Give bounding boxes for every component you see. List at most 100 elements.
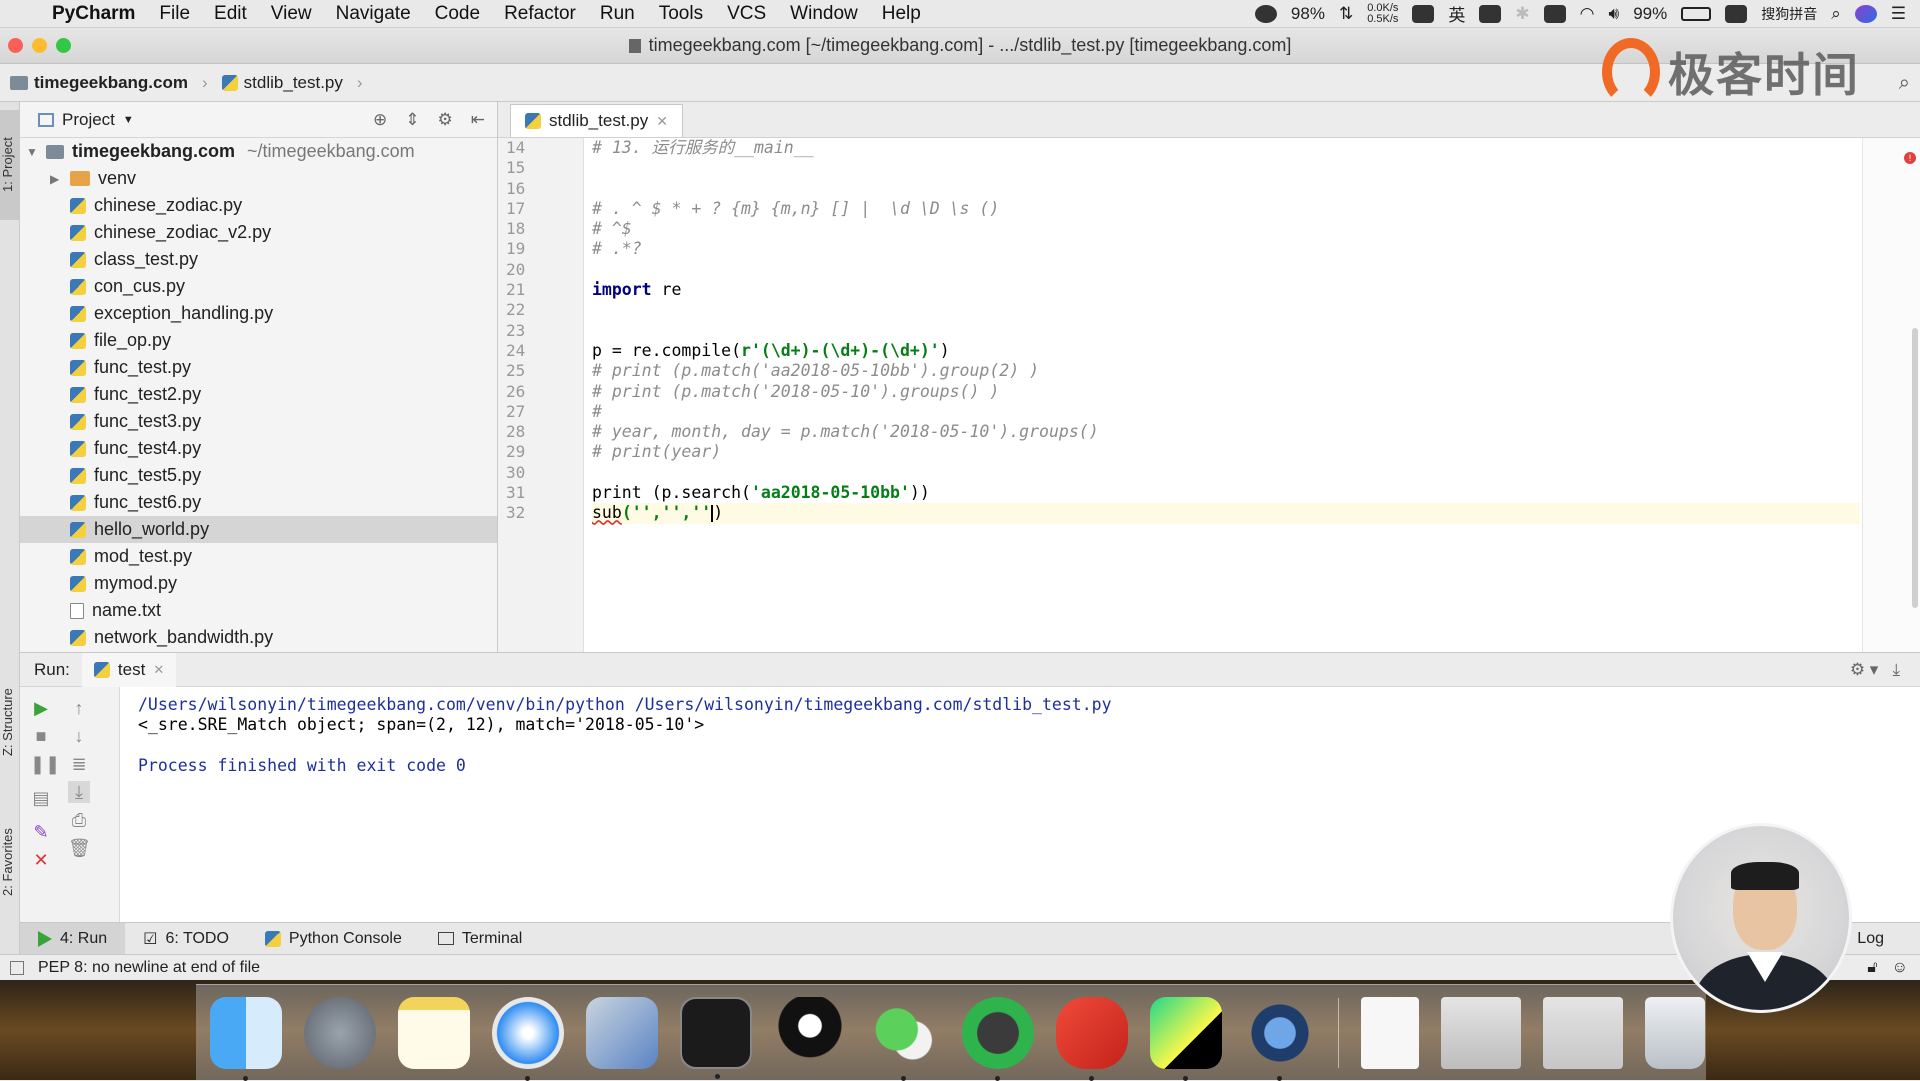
tree-file[interactable]: con_cus.py bbox=[20, 273, 497, 300]
code-area[interactable]: # 13. 运行服务的__main__ # . ^ $ * + ? {m} {m… bbox=[592, 138, 1860, 524]
wechat-icon[interactable] bbox=[868, 996, 940, 1081]
spotlight-icon[interactable]: ⌕ bbox=[1831, 4, 1841, 24]
rerun-icon[interactable]: ▶ bbox=[30, 697, 52, 719]
scroll-to-end-icon[interactable]: ⤓ bbox=[68, 781, 90, 803]
pycharm-icon[interactable] bbox=[1150, 996, 1222, 1081]
close-tab-icon[interactable]: ✕ bbox=[153, 662, 164, 678]
ime-name[interactable]: 搜狗拼音 bbox=[1761, 4, 1817, 24]
quicktime-icon[interactable] bbox=[1244, 996, 1316, 1081]
tool-tab-project[interactable]: 1: Project bbox=[0, 110, 20, 220]
wifi-icon[interactable]: ◠ bbox=[1580, 4, 1595, 24]
tool-tab-favorites[interactable]: 2: Favorites bbox=[0, 802, 20, 922]
tool-button-run[interactable]: 4: Run bbox=[20, 922, 126, 955]
tree-file[interactable]: func_test4.py bbox=[20, 435, 497, 462]
menu-vcs[interactable]: VCS bbox=[715, 3, 778, 25]
tree-file[interactable]: exception_handling.py bbox=[20, 300, 497, 327]
event-log-button[interactable]: Log bbox=[1857, 930, 1920, 948]
tree-file[interactable]: chinese_zodiac.py bbox=[20, 192, 497, 219]
editor-tab-stdlib-test[interactable]: stdlib_test.py ✕ bbox=[510, 104, 683, 137]
breadcrumb-file[interactable]: stdlib_test.py bbox=[244, 73, 343, 93]
soft-wrap-icon[interactable]: ≣ bbox=[68, 753, 90, 775]
inspector-icon[interactable]: ☺ bbox=[1892, 959, 1920, 977]
pause-icon[interactable]: ❚❚ bbox=[30, 753, 60, 775]
teamviewer-icon[interactable] bbox=[1479, 4, 1502, 23]
tree-file[interactable]: func_test5.py bbox=[20, 462, 497, 489]
error-indicator-icon[interactable]: ! bbox=[1904, 152, 1916, 164]
menu-view[interactable]: View bbox=[259, 3, 324, 25]
wps-icon[interactable] bbox=[1056, 996, 1128, 1081]
tree-file[interactable]: chinese_zodiac_v2.py bbox=[20, 219, 497, 246]
tool-button-terminal[interactable]: Terminal bbox=[420, 923, 540, 955]
pin-icon[interactable]: ✎ bbox=[30, 821, 52, 843]
tree-folder-venv[interactable]: ▶ venv bbox=[20, 165, 497, 192]
locate-file-icon[interactable]: ⊕ bbox=[373, 110, 387, 130]
keyboard-icon[interactable] bbox=[1543, 4, 1566, 23]
battery-icon[interactable] bbox=[1681, 6, 1712, 21]
scroll-up-icon[interactable]: ↑ bbox=[68, 697, 90, 719]
notification-center-icon[interactable]: ☰ bbox=[1891, 4, 1906, 24]
launchpad-icon[interactable] bbox=[304, 996, 376, 1069]
menu-code[interactable]: Code bbox=[423, 3, 492, 25]
clear-all-icon[interactable]: 🗑︎ bbox=[68, 837, 91, 859]
print-icon[interactable]: ⎙ bbox=[68, 809, 90, 831]
menu-tools[interactable]: Tools bbox=[647, 3, 715, 25]
safari-icon[interactable] bbox=[492, 996, 564, 1081]
gear-icon[interactable]: ⚙ ▾ ⤓ bbox=[1850, 660, 1920, 680]
console-output[interactable]: /Users/wilsonyin/timegeekbang.com/venv/b… bbox=[138, 695, 1112, 776]
menu-app-name[interactable]: PyCharm bbox=[40, 3, 147, 25]
tree-file[interactable]: func_test3.py bbox=[20, 408, 497, 435]
evernote-icon[interactable] bbox=[962, 996, 1034, 1081]
sogou-icon[interactable] bbox=[1725, 4, 1748, 23]
project-view-selector[interactable]: Project bbox=[62, 110, 115, 130]
notes-icon[interactable] bbox=[398, 996, 470, 1069]
tool-button-python-console[interactable]: Python Console bbox=[247, 923, 420, 955]
tool-tab-structure[interactable]: Z: Structure bbox=[0, 662, 20, 782]
search-everywhere-icon[interactable]: ⌕ bbox=[1899, 72, 1910, 95]
tree-file[interactable]: func_test2.py bbox=[20, 381, 497, 408]
tree-file[interactable]: name.txt bbox=[20, 597, 497, 624]
tree-file[interactable]: mymod.py bbox=[20, 570, 497, 597]
menu-help[interactable]: Help bbox=[870, 3, 933, 25]
menu-edit[interactable]: Edit bbox=[202, 3, 259, 25]
qq-icon[interactable] bbox=[774, 996, 846, 1069]
volume-icon[interactable]: 🔊︎ bbox=[1608, 4, 1619, 24]
tree-file[interactable]: func_test6.py bbox=[20, 489, 497, 516]
screenshot-1-icon[interactable] bbox=[1441, 996, 1521, 1069]
tree-file[interactable]: file_op.py bbox=[20, 327, 497, 354]
tool-button-todo[interactable]: ☑ 6: TODO bbox=[125, 923, 247, 955]
menu-window[interactable]: Window bbox=[778, 3, 870, 25]
tree-file[interactable]: network_bandwidth.py bbox=[20, 624, 497, 651]
tree-file[interactable]: mod_test.py bbox=[20, 543, 497, 570]
screenshot-2-icon[interactable] bbox=[1543, 996, 1623, 1069]
tree-file[interactable]: func_test.py bbox=[20, 354, 497, 381]
close-tab-icon[interactable]: ✕ bbox=[656, 113, 668, 130]
close-run-icon[interactable]: ✕ bbox=[30, 849, 52, 871]
editor-scrollbar[interactable]: ! bbox=[1862, 138, 1920, 652]
chevron-down-icon[interactable]: ▼ bbox=[26, 145, 42, 159]
lock-icon[interactable]: 🔓︎ bbox=[1867, 959, 1877, 977]
cpu-monitor-icon[interactable] bbox=[1254, 4, 1277, 23]
breadcrumb-project[interactable]: timegeekbang.com bbox=[34, 73, 188, 93]
tree-file[interactable]: hello_world.py bbox=[20, 516, 497, 543]
scroll-down-icon[interactable]: ↓ bbox=[68, 725, 90, 747]
terminal-icon[interactable] bbox=[680, 996, 752, 1079]
network-radar-icon[interactable] bbox=[586, 996, 658, 1069]
hide-panel-icon[interactable]: ⇤ bbox=[471, 110, 485, 130]
tree-file[interactable]: class_test.py bbox=[20, 246, 497, 273]
menu-navigate[interactable]: Navigate bbox=[324, 3, 423, 25]
menu-run[interactable]: Run bbox=[588, 3, 647, 25]
chevron-right-icon[interactable]: ▶ bbox=[50, 172, 66, 186]
menu-file[interactable]: File bbox=[147, 3, 202, 25]
stop-icon[interactable]: ■ bbox=[30, 725, 52, 747]
chevron-down-icon[interactable]: ▼ bbox=[123, 114, 134, 126]
gear-icon[interactable]: ⚙ bbox=[438, 110, 453, 130]
finder-icon[interactable] bbox=[210, 996, 282, 1081]
tree-root[interactable]: ▼ timegeekbang.com ~/timegeekbang.com bbox=[20, 138, 497, 165]
run-tab-test[interactable]: test ✕ bbox=[81, 652, 177, 687]
scrollbar-thumb[interactable] bbox=[1912, 328, 1918, 608]
microphone-icon[interactable] bbox=[1412, 4, 1435, 23]
restore-layout-icon[interactable]: ▤ bbox=[30, 787, 52, 809]
bluetooth-icon[interactable]: ✱ bbox=[1515, 4, 1529, 24]
input-lang[interactable]: 英 bbox=[1448, 1, 1465, 26]
collapse-all-icon[interactable]: ⇕ bbox=[405, 110, 419, 130]
